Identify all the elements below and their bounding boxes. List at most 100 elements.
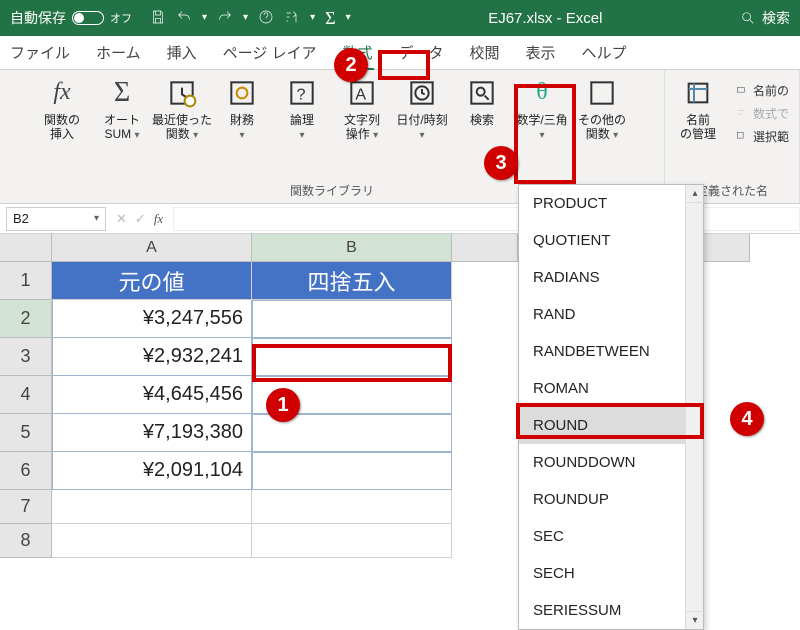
dropdown-item-rand[interactable]: RAND [519,296,703,333]
autosave-label: 自動保存 [10,8,66,28]
autosum-button[interactable]: Σ オート SUM ▾ [95,76,149,142]
financial-icon [223,76,261,110]
define-name-label: 名前の [753,82,789,99]
name-box[interactable]: B2 ▾ [6,207,106,231]
dropdown-item-rounddown[interactable]: ROUNDDOWN [519,444,703,481]
dropdown-item-sech[interactable]: SECH [519,555,703,592]
more-functions-button[interactable]: その他の 関数 ▾ [575,76,629,142]
formula-input[interactable] [173,207,800,231]
name-manager-button[interactable]: 名前 の管理 [671,76,725,142]
row-header-6[interactable]: 6 [0,452,52,490]
cancel-icon[interactable]: ✕ [116,211,127,227]
scroll-down-icon[interactable]: ▾ [686,611,704,629]
fx-button[interactable]: fx [154,211,163,227]
use-in-formula-button[interactable]: 数式で [735,105,789,122]
insert-function-button[interactable]: fx 関数の 挿入 [35,76,89,142]
search-large-icon [463,76,501,110]
logical-icon: ? [283,76,321,110]
cell-b3[interactable] [252,338,452,376]
cell-a1[interactable]: 元の値 [52,262,252,300]
search-box[interactable]: 検索 [740,8,790,28]
autosave-toggle[interactable]: 自動保存 オフ [10,8,132,28]
tab-insert[interactable]: 挿入 [165,38,199,67]
cell-a8[interactable] [52,524,252,558]
datetime-button[interactable]: 日付/時刻▾ [395,76,449,142]
lookup-label: 検索 [470,114,494,128]
undo-dropdown-icon[interactable]: ▾ [202,13,207,23]
help-icon[interactable] [258,9,274,28]
redo-icon[interactable] [217,9,233,28]
recent-icon [163,76,201,110]
qat-customize-icon[interactable]: ▾ [243,13,248,23]
undo-icon[interactable] [176,9,192,28]
dropdown-item-round[interactable]: ROUND [519,407,703,444]
financial-button[interactable]: 財務▾ [215,76,269,142]
sort-dropdown-icon[interactable]: ▾ [310,13,315,23]
logical-button[interactable]: ? 論理▾ [275,76,329,142]
name-manager-label: 名前 の管理 [680,114,716,142]
dropdown-item-randbetween[interactable]: RANDBETWEEN [519,333,703,370]
sigma-icon[interactable]: Σ [325,8,335,29]
fx-icon: fx [43,76,81,110]
tab-view[interactable]: 表示 [524,38,558,67]
dropdown-item-roundup[interactable]: ROUNDUP [519,481,703,518]
tab-page-layout[interactable]: ページ レイア [221,38,319,67]
row-header-5[interactable]: 5 [0,414,52,452]
tab-data[interactable]: データ [396,38,445,67]
defined-names-group-label: 定義された名 [696,180,768,201]
recent-functions-button[interactable]: 最近使った 関数 ▾ [155,76,209,142]
cell-b8[interactable] [252,524,452,558]
row-header-8[interactable]: 8 [0,524,52,558]
name-box-dropdown-icon[interactable]: ▾ [94,214,99,224]
row-header-2[interactable]: 2 [0,300,52,338]
dropdown-item-roman[interactable]: ROMAN [519,370,703,407]
dropdown-item-seriessum[interactable]: SERIESSUM [519,592,703,629]
dropdown-item-product[interactable]: PRODUCT [519,185,703,222]
math-trig-button[interactable]: θ 数学/三角▾ [515,76,569,142]
cell-a4[interactable]: ¥4,645,456 [52,376,252,414]
tab-file[interactable]: ファイル [8,38,72,67]
theta-icon: θ [523,76,561,110]
function-library-group-label: 関数ライブラリ [290,180,374,201]
cell-a7[interactable] [52,490,252,524]
dropdown-item-quotient[interactable]: QUOTIENT [519,222,703,259]
cell-b2[interactable] [252,300,452,338]
lookup-button[interactable]: 検索 [455,76,509,128]
search-placeholder: 検索 [762,8,790,28]
cell-b7[interactable] [252,490,452,524]
dropdown-item-sec[interactable]: SEC [519,518,703,555]
cell-a2[interactable]: ¥3,247,556 [52,300,252,338]
cell-b1[interactable]: 四捨五入 [252,262,452,300]
row-header-4[interactable]: 4 [0,376,52,414]
row-header-1[interactable]: 1 [0,262,52,300]
row-header-7[interactable]: 7 [0,490,52,524]
callout-1: 1 [266,388,300,422]
sort-icon[interactable] [284,9,300,28]
save-icon[interactable] [150,9,166,28]
col-header-a[interactable]: A [52,234,252,262]
define-name-button[interactable]: 名前の [735,82,789,99]
more-label: その他の 関数 ▾ [578,114,626,142]
cell-a6[interactable]: ¥2,091,104 [52,452,252,490]
svg-text:?: ? [297,87,306,104]
col-header-b[interactable]: B [252,234,452,262]
scroll-up-icon[interactable]: ▴ [686,185,704,203]
cell-a5[interactable]: ¥7,193,380 [52,414,252,452]
tab-home[interactable]: ホーム [94,38,143,67]
cell-a3[interactable]: ¥2,932,241 [52,338,252,376]
select-all-corner[interactable] [0,234,52,262]
dropdown-item-radians[interactable]: RADIANS [519,259,703,296]
math-trig-dropdown: PRODUCT QUOTIENT RADIANS RAND RANDBETWEE… [518,184,704,630]
col-header-c[interactable] [452,234,518,262]
enter-icon[interactable]: ✓ [135,211,146,227]
title-bar: 自動保存 オフ ▾ ▾ ▾ Σ ▾ EJ67.xlsx - Excel 検索 [0,0,800,36]
text-button[interactable]: A 文字列 操作 ▾ [335,76,389,142]
more-icon [583,76,621,110]
cell-b6[interactable] [252,452,452,490]
tab-help[interactable]: ヘルプ [580,38,629,67]
dropdown-scrollbar[interactable]: ▴ ▾ [685,185,703,629]
tab-review[interactable]: 校閲 [468,38,502,67]
row-header-3[interactable]: 3 [0,338,52,376]
text-label: 文字列 操作 ▾ [344,114,380,142]
create-from-selection-button[interactable]: 選択範 [735,128,789,145]
